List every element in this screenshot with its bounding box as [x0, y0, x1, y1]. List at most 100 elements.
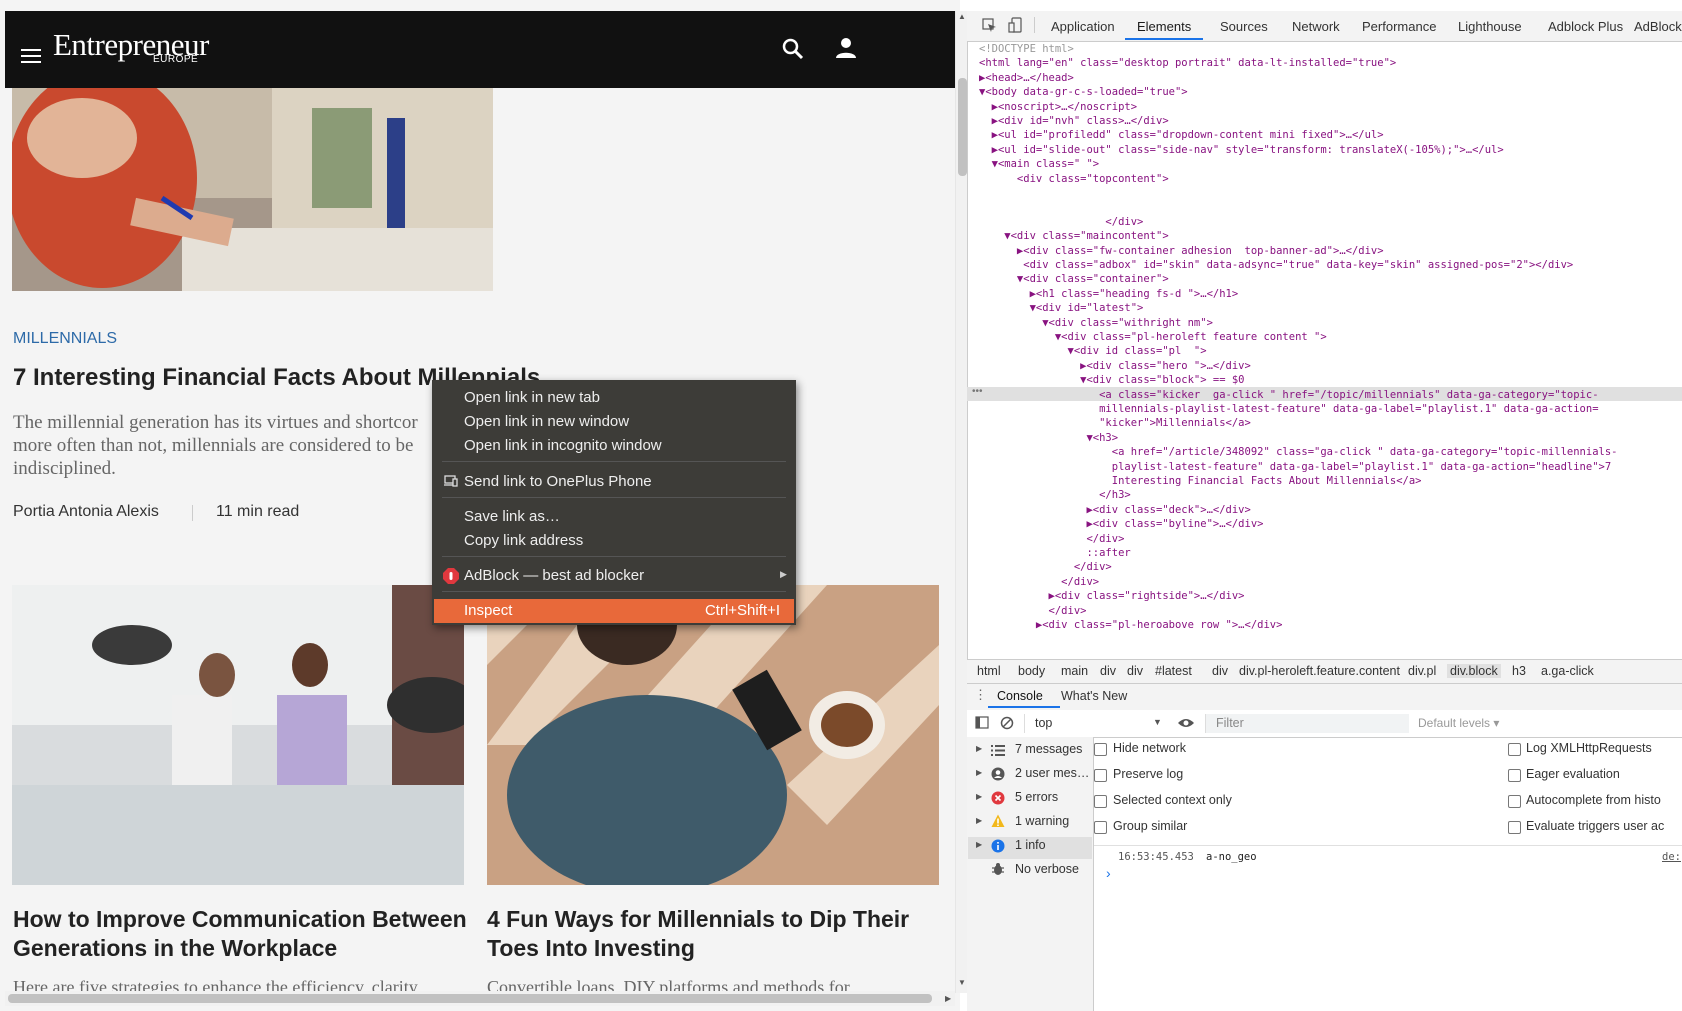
menu-open-new-tab[interactable]: Open link in new tab — [464, 389, 600, 406]
dom-tree-line[interactable]: </div> — [979, 561, 1112, 573]
dom-tree-line[interactable]: <div class="topcontent"> — [979, 173, 1169, 185]
dom-tree-line[interactable]: millennials-playlist-latest-feature" dat… — [979, 403, 1598, 415]
sidebar-user-messages[interactable]: 2 user mes… — [1015, 766, 1089, 780]
console-filter-input[interactable]: Filter — [1205, 714, 1409, 733]
evaluate-triggers-checkbox[interactable] — [1508, 821, 1521, 834]
breadcrumb-item[interactable]: div.pl — [1408, 664, 1436, 678]
article-image[interactable] — [12, 585, 464, 885]
article-headline[interactable]: 4 Fun Ways for Millennials to Dip Their … — [487, 905, 947, 963]
breadcrumb-item[interactable]: body — [1018, 664, 1045, 678]
hide-network-checkbox[interactable] — [1094, 743, 1107, 756]
drawer-tab-console[interactable]: Console — [997, 689, 1043, 703]
article-kicker[interactable]: MILLENNIALS — [13, 330, 117, 348]
breadcrumb-item[interactable]: h3 — [1512, 664, 1526, 678]
tab-application[interactable]: Application — [1051, 19, 1115, 34]
sidebar-messages[interactable]: 7 messages — [1015, 742, 1082, 756]
dom-tree-line[interactable]: ▶<ul id="slide-out" class="side-nav" sty… — [979, 144, 1504, 156]
dom-tree-line[interactable]: ::after — [979, 547, 1130, 559]
dom-tree-line[interactable]: ▼<div class="pl-heroleft feature content… — [979, 331, 1327, 343]
breadcrumb-item-active[interactable]: div.block — [1447, 664, 1501, 678]
article-headline[interactable]: How to Improve Communication Between Gen… — [13, 905, 473, 963]
dom-tree-line[interactable]: ▼<div class="container"> — [979, 273, 1169, 285]
expand-arrow-icon[interactable]: ▶ — [976, 816, 982, 825]
eye-icon[interactable] — [1177, 717, 1195, 729]
drawer-menu-icon[interactable]: ⋮ — [974, 687, 987, 703]
hero-image[interactable] — [12, 88, 493, 291]
dom-tree-line[interactable]: ▼<div id="latest"> — [979, 302, 1144, 314]
dom-tree-line[interactable]: </h3> — [979, 489, 1131, 501]
dom-tree-line[interactable]: playlist-latest-feature" data-ga-label="… — [979, 461, 1611, 473]
search-icon[interactable] — [781, 37, 805, 61]
log-source-link[interactable]: de: — [1662, 851, 1681, 863]
dom-tree-line[interactable]: ▶<div class="rightside">…</div> — [979, 590, 1245, 602]
log-levels-select[interactable]: Default levels ▾ — [1418, 716, 1499, 730]
menu-send-to-phone[interactable]: Send link to OnePlus Phone — [464, 473, 652, 490]
tab-lighthouse[interactable]: Lighthouse — [1458, 19, 1522, 34]
dom-tree-line[interactable]: </div> — [979, 605, 1087, 617]
dom-tree-line[interactable]: </div> — [979, 216, 1143, 228]
dom-tree-line[interactable]: ▼<body data-gr-c-s-loaded="true"> — [979, 86, 1188, 98]
dom-tree-line[interactable]: <div class="adbox" id="skin" data-adsync… — [979, 259, 1573, 271]
scroll-right-arrow[interactable]: ▶ — [945, 994, 951, 1003]
tab-elements[interactable]: Elements — [1137, 19, 1191, 34]
dom-tree-line[interactable]: ▼<div id class="pl "> — [979, 345, 1207, 357]
menu-save-link[interactable]: Save link as… — [464, 508, 560, 525]
expand-arrow-icon[interactable]: ▶ — [976, 792, 982, 801]
console-prompt[interactable]: › — [1106, 865, 1111, 881]
breadcrumb-item[interactable]: main — [1061, 664, 1088, 678]
dom-tree-line[interactable]: <!DOCTYPE html> — [979, 43, 1074, 55]
menu-open-incognito[interactable]: Open link in incognito window — [464, 437, 662, 454]
dom-tree-line[interactable]: Interesting Financial Facts About Millen… — [979, 475, 1422, 487]
article-image[interactable] — [487, 585, 939, 885]
breadcrumb-item[interactable]: a.ga-click — [1541, 664, 1594, 678]
dom-tree-line[interactable]: ▼<main class=" "> — [979, 158, 1099, 170]
breadcrumb-item[interactable]: #latest — [1155, 664, 1192, 678]
expand-arrow-icon[interactable]: ▶ — [976, 744, 982, 753]
breadcrumb-item[interactable]: html — [977, 664, 1001, 678]
dom-tree-line[interactable]: <html lang="en" class="desktop portrait"… — [979, 57, 1396, 69]
log-xhr-checkbox[interactable] — [1508, 743, 1521, 756]
account-icon[interactable] — [834, 36, 858, 60]
drawer-tab-whats-new[interactable]: What's New — [1061, 689, 1127, 703]
dom-tree-line[interactable]: ▶<noscript>…</noscript> — [979, 101, 1137, 113]
author-name[interactable]: Portia Antonia Alexis — [13, 503, 159, 520]
dom-tree-line[interactable]: </div> — [979, 533, 1124, 545]
dom-tree-line[interactable]: ▶<div class="hero ">…</div> — [979, 360, 1251, 372]
dom-tree-line[interactable]: ▶<div id="nvh" class>…</div> — [979, 115, 1169, 127]
dom-tree-line[interactable]: ▶<head>…</head> — [979, 72, 1074, 84]
group-similar-checkbox[interactable] — [1094, 821, 1107, 834]
sidebar-verbose[interactable]: No verbose — [1015, 862, 1079, 876]
clear-console-icon[interactable] — [1000, 716, 1014, 730]
dom-tree-line[interactable]: ▶<div class="pl-heroabove row ">…</div> — [979, 619, 1283, 631]
dom-tree-line[interactable]: "kicker">Millennials</a> — [979, 417, 1251, 429]
tab-network[interactable]: Network — [1292, 19, 1340, 34]
sidebar-info[interactable]: 1 info — [1015, 838, 1046, 852]
device-toolbar-icon[interactable] — [1008, 17, 1023, 33]
dom-tree-line[interactable]: ▶<div class="byline">…</div> — [979, 518, 1263, 530]
dom-tree-line[interactable]: ▼<div class="block"> == $0 — [979, 374, 1244, 386]
menu-inspect[interactable]: Inspect — [464, 602, 512, 619]
sidebar-toggle-icon[interactable] — [975, 716, 989, 729]
dom-tree-line[interactable]: </div> — [979, 576, 1099, 588]
preserve-log-checkbox[interactable] — [1094, 769, 1107, 782]
expand-arrow-icon[interactable]: ▶ — [976, 840, 982, 849]
breadcrumb-item[interactable]: div.pl-heroleft.feature.content — [1239, 664, 1400, 678]
dom-tree-line[interactable]: ▼<div class="maincontent"> — [979, 230, 1168, 242]
inspect-element-icon[interactable] — [982, 18, 997, 33]
dom-tree-line[interactable]: ▼<h3> — [979, 432, 1118, 444]
tab-sources[interactable]: Sources — [1220, 19, 1268, 34]
context-select[interactable]: top ▼ — [1024, 714, 1165, 733]
selected-context-checkbox[interactable] — [1094, 795, 1107, 808]
page-vertical-scroll-thumb[interactable] — [958, 78, 967, 176]
dom-tree-line[interactable]: ▶<div class="fw-container adhesion top-b… — [979, 245, 1384, 257]
dom-tree-line[interactable]: ▶<ul id="profiledd" class="dropdown-cont… — [979, 129, 1384, 141]
dom-tree-line[interactable]: <a class="kicker ga-click " href="/topic… — [979, 389, 1598, 401]
tab-performance[interactable]: Performance — [1362, 19, 1436, 34]
expand-arrow-icon[interactable]: ▶ — [976, 768, 982, 777]
autocomplete-history-checkbox[interactable] — [1508, 795, 1521, 808]
menu-open-new-window[interactable]: Open link in new window — [464, 413, 629, 430]
scroll-down-arrow[interactable]: ▼ — [958, 978, 966, 987]
sidebar-errors[interactable]: 5 errors — [1015, 790, 1058, 804]
sidebar-warnings[interactable]: 1 warning — [1015, 814, 1069, 828]
tab-adblock[interactable]: AdBlock — [1634, 19, 1682, 34]
